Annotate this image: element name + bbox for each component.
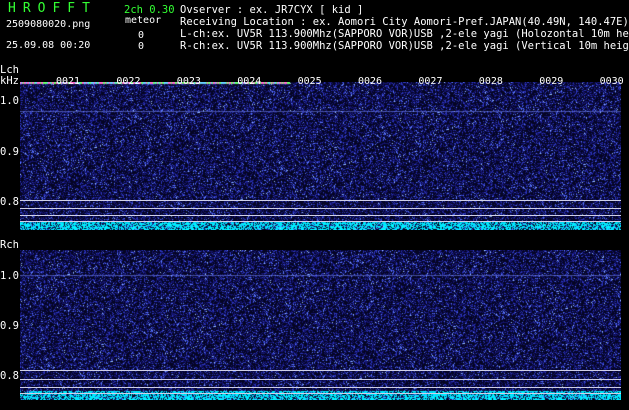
- lch-ref-line-3: [20, 215, 621, 216]
- time-axis: 0021 0022 0023 0024 0025 0026 0027 0028 0029 0030: [20, 76, 624, 94]
- rch-ref-line-3: [20, 387, 621, 388]
- time-label-0030: 0030: [599, 76, 624, 87]
- rch-ref-line-1: [20, 370, 621, 371]
- rch-channel-label: Rch: [0, 239, 19, 251]
- rch-spectrogram-canvas: [20, 250, 621, 400]
- time-label-0021: 0021: [56, 76, 81, 87]
- lch-ref-line-2: [20, 208, 621, 209]
- lch-tick-0-9: 0.9: [0, 146, 19, 158]
- observer-line: Ovserver : ex. JR7CYX [ kid ]: [180, 4, 364, 16]
- rch-spectrogram: [20, 250, 621, 400]
- lch-tick-1-0: 1.0: [0, 95, 19, 107]
- app-brand: HROFFT: [8, 1, 97, 16]
- time-label-0023: 0023: [176, 76, 201, 87]
- mode-label: meteor: [125, 15, 162, 26]
- rch-info-line: R-ch:ex. UV5R 113.900Mhz(SAPPORO VOR)USB…: [180, 40, 629, 52]
- time-label-0029: 0029: [539, 76, 564, 87]
- rch-ref-line-2: [20, 379, 621, 380]
- capture-datetime: 25.09.08 00:20: [6, 40, 91, 51]
- lch-info-line: L-ch:ex. UV5R 113.900Mhz(SAPPORO VOR)USB…: [180, 28, 629, 40]
- lch-ref-line-4: [20, 221, 621, 222]
- meteor-count-rch: 0: [138, 41, 145, 52]
- lch-unit-label: kHz: [0, 75, 19, 87]
- file-name: 2509080020.png: [6, 19, 91, 30]
- rch-tick-0-9: 0.9: [0, 320, 19, 332]
- time-label-0027: 0027: [418, 76, 443, 87]
- rch-ref-line-4: [20, 393, 621, 394]
- rch-tick-1-0: 1.0: [0, 270, 19, 282]
- time-label-0028: 0028: [478, 76, 503, 87]
- location-line: Receiving Location : ex. Aomori City Aom…: [180, 16, 629, 28]
- time-label-0022: 0022: [116, 76, 141, 87]
- lch-tick-0-8: 0.8: [0, 196, 19, 208]
- time-label-0024: 0024: [237, 76, 262, 87]
- time-label-0026: 0026: [358, 76, 383, 87]
- lch-ref-line-1: [20, 200, 621, 201]
- time-label-0025: 0025: [297, 76, 322, 87]
- rch-tick-0-8: 0.8: [0, 370, 19, 382]
